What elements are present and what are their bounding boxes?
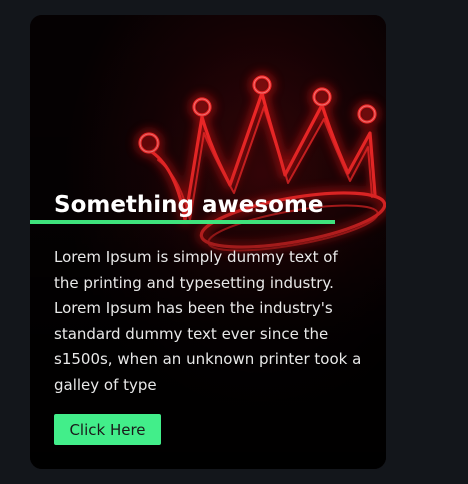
card-overlay [30,15,386,469]
card-title: Something awesome [54,192,324,218]
card: Something awesome Lorem Ipsum is simply … [30,15,386,469]
click-here-button[interactable]: Click Here [54,414,161,445]
title-underline [30,220,335,224]
card-body-text: Lorem Ipsum is simply dummy text of the … [54,248,362,394]
